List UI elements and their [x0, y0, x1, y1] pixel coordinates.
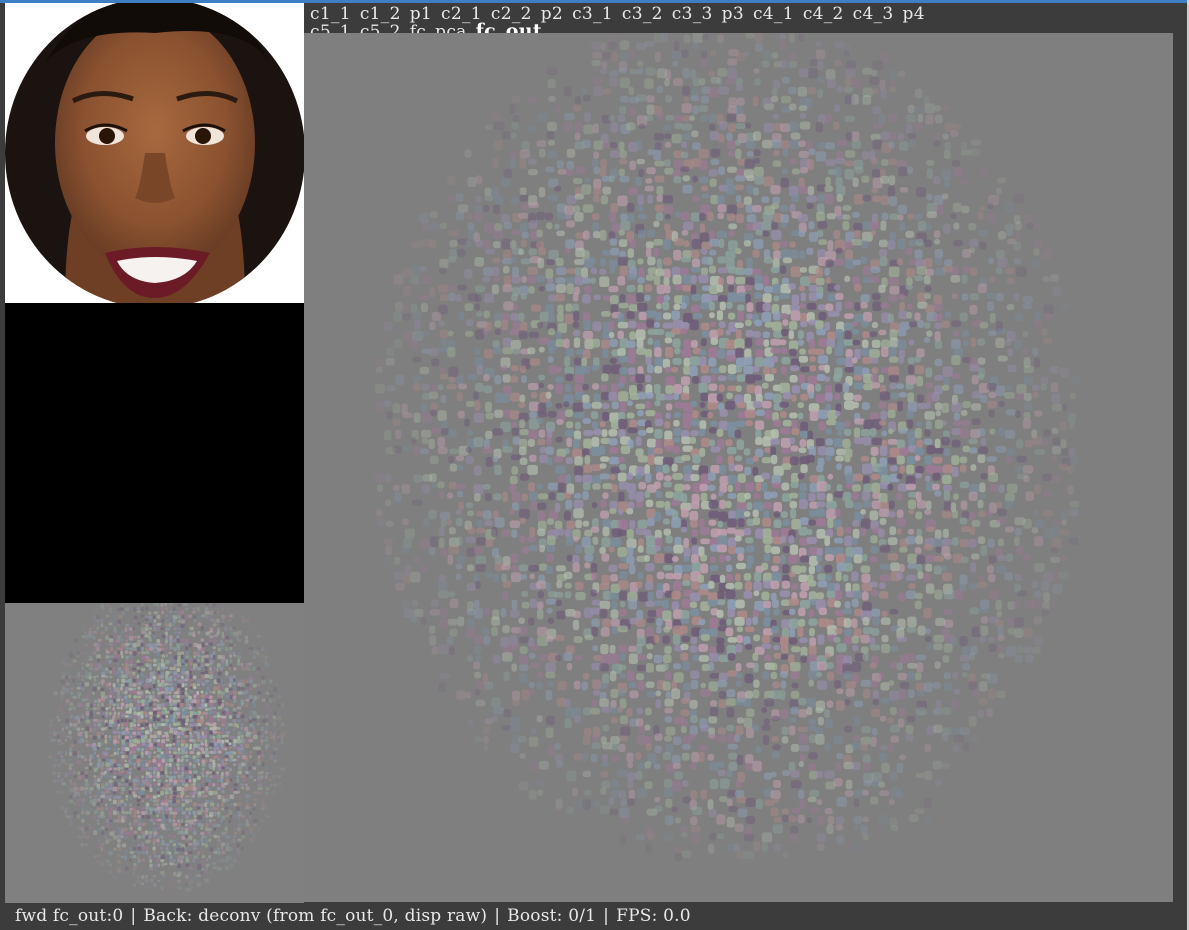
layer-item-p2[interactable]: p2	[541, 4, 563, 24]
layer-item-c5-2[interactable]: c5_2	[360, 22, 401, 34]
layer-item-fc[interactable]: fc	[410, 22, 426, 34]
layer-item-c1-1[interactable]: c1_1	[310, 4, 351, 24]
layer-item-c4-1[interactable]: c4_1	[753, 4, 794, 24]
layer-list-row-2: c5_1 c5_2 fc pca fc_out	[310, 20, 551, 34]
main-deconv-image	[304, 33, 1173, 902]
layer-item-p3[interactable]: p3	[722, 4, 744, 24]
layer-item-c5-1[interactable]: c5_1	[310, 22, 351, 34]
small-deconv-panel	[5, 603, 304, 903]
face-photo	[5, 3, 304, 303]
status-bar: fwd fc_out:0 | Back: deconv (from fc_out_0…	[2, 903, 1187, 930]
status-text: fwd fc_out:0 | Back: deconv (from fc_out_0…	[15, 906, 691, 926]
status-fps: FPS: 0.0	[616, 906, 691, 926]
status-forward: fwd fc_out:0	[15, 906, 124, 926]
layer-item-p1[interactable]: p1	[410, 4, 432, 24]
layer-item-c4-2[interactable]: c4_2	[803, 4, 844, 24]
layer-list-bar: c1_1 c1_2 p1 c2_1 c2_2 p2 c3_1 c3_2 c3_3 p3 c4_1 c4…	[304, 3, 1185, 33]
layer-item-c3-1[interactable]: c3_1	[572, 4, 613, 24]
empty-black-panel	[5, 303, 304, 603]
layer-list-row-1: c1_1 c1_2 p1 c2_1 c2_2 p2 c3_1 c3_2 c3_3 p3 c4_1 c4…	[310, 6, 934, 23]
layer-item-c3-2[interactable]: c3_2	[622, 4, 663, 24]
layer-item-fc-out[interactable]: fc_out	[476, 20, 542, 34]
layer-item-c1-2[interactable]: c1_2	[360, 4, 401, 24]
small-deconv-image	[5, 603, 304, 903]
layer-item-pca[interactable]: pca	[435, 22, 466, 34]
layer-item-c3-3[interactable]: c3_3	[672, 4, 713, 24]
status-separator: |	[494, 906, 501, 926]
status-separator: |	[130, 906, 137, 926]
status-separator: |	[603, 906, 610, 926]
main-deconv-panel	[304, 33, 1173, 902]
input-image-panel	[5, 3, 304, 303]
status-boost: Boost: 0/1	[507, 906, 597, 926]
status-backward: Back: deconv (from fc_out_0, disp raw)	[143, 906, 488, 926]
layer-item-p4[interactable]: p4	[903, 4, 925, 24]
layer-item-c4-3[interactable]: c4_3	[853, 4, 894, 24]
